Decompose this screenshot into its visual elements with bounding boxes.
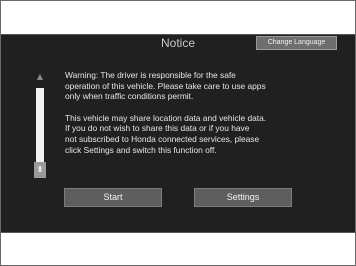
warning-paragraph: Warning: The driver is responsible for t… [65, 70, 266, 102]
settings-button[interactable]: Settings [194, 188, 292, 207]
notice-body: Warning: The driver is responsible for t… [65, 70, 343, 166]
start-button[interactable]: Start [64, 188, 162, 207]
change-language-button[interactable]: Change Language [256, 36, 337, 50]
scrollbar[interactable]: ▲ [34, 70, 46, 170]
data-sharing-paragraph: This vehicle may share location data and… [65, 112, 267, 155]
scrollbar-thumb[interactable] [36, 88, 44, 162]
chevron-up-icon[interactable]: ▲ [34, 70, 46, 84]
chevron-down-icon[interactable]: ⇟ [34, 162, 46, 178]
